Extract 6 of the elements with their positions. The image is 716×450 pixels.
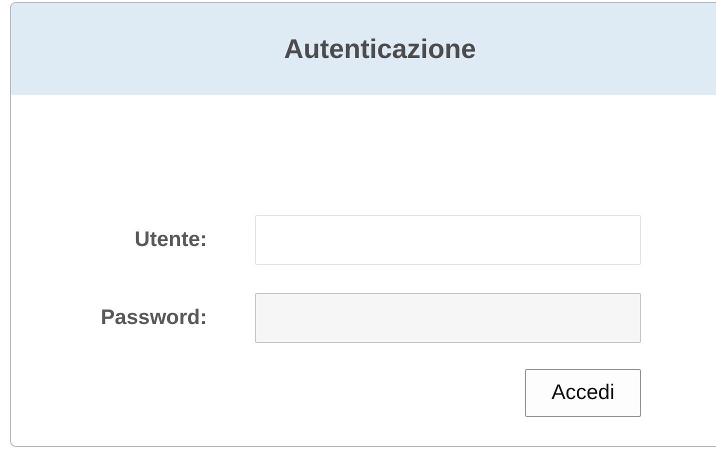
login-button[interactable]: Accedi xyxy=(525,369,641,417)
password-field[interactable] xyxy=(255,293,641,343)
field-label: Utente: xyxy=(134,228,207,252)
panel-title: Autenticazione xyxy=(284,34,476,64)
username-field[interactable] xyxy=(255,215,641,265)
field-label: Password: xyxy=(100,306,207,330)
